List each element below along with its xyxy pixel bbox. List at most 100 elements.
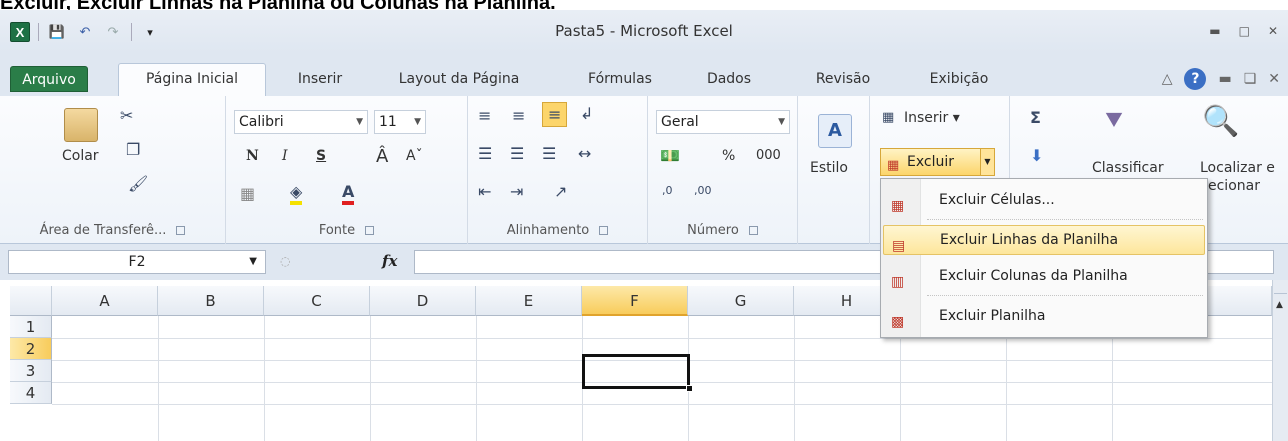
tab-formulas[interactable]: Fórmulas [572, 64, 668, 94]
row-header-4[interactable]: 4 [10, 382, 52, 404]
column-header-g[interactable]: G [688, 286, 794, 316]
shrink-font-icon[interactable]: Aˇ [406, 148, 423, 164]
menu-item-delete-sheet[interactable]: ▩ Excluir Planilha [883, 301, 1205, 331]
scroll-up-icon[interactable]: ▲ [1276, 300, 1283, 310]
number-format-combo[interactable]: Geral ▼ [656, 110, 790, 134]
help-icon[interactable]: ? [1184, 68, 1207, 90]
find-select-label-2[interactable]: ecionar [1208, 178, 1260, 194]
fill-icon[interactable]: ⬇ [1030, 146, 1043, 165]
tab-arquivo[interactable]: Arquivo [10, 66, 88, 92]
orientation-icon[interactable]: ↗ [554, 182, 567, 201]
underline-button[interactable]: S [316, 148, 326, 164]
tab-pagina-inicial[interactable]: Página Inicial [118, 63, 266, 96]
borders-icon[interactable]: ▦ [240, 184, 255, 203]
copy-icon[interactable]: ❐ [126, 140, 140, 159]
chevron-down-icon[interactable]: ▼ [980, 149, 994, 175]
workbook-restore-icon[interactable]: ❏ [1244, 71, 1257, 87]
number-group-label: Número [687, 223, 739, 238]
percent-button[interactable]: % [722, 148, 735, 164]
tab-exibicao[interactable]: Exibição [912, 64, 1006, 94]
font-name-combo[interactable]: Calibri ▼ [234, 110, 368, 134]
merge-center-icon[interactable]: ↔ [578, 144, 591, 163]
autosum-icon[interactable]: Σ [1030, 108, 1041, 127]
align-center-icon[interactable]: ☰ [510, 144, 524, 163]
styles-label[interactable]: Estilo [810, 160, 848, 176]
column-header-a[interactable]: A [52, 286, 158, 316]
find-select-label[interactable]: Localizar e [1200, 160, 1275, 176]
gridline [52, 338, 1272, 339]
row-header-3[interactable]: 3 [10, 360, 52, 382]
align-top-icon[interactable]: ≡ [478, 106, 491, 125]
chevron-down-icon: ▼ [356, 117, 363, 127]
delete-columns-icon: ▥ [891, 274, 905, 290]
gridline [264, 316, 265, 441]
menu-item-label: Excluir Linhas da Planilha [940, 232, 1119, 248]
fill-handle[interactable] [686, 385, 693, 392]
close-icon[interactable]: ✕ [1268, 24, 1278, 38]
paste-label[interactable]: Colar [62, 148, 99, 164]
menu-item-delete-columns[interactable]: ▥ Excluir Colunas da Planilha [883, 261, 1205, 291]
alignment-launcher-icon[interactable] [599, 226, 609, 235]
column-header-d[interactable]: D [370, 286, 476, 316]
vertical-scrollbar[interactable]: ▲ [1272, 280, 1288, 441]
insert-function-icon[interactable]: fx [382, 252, 397, 270]
format-painter-icon[interactable]: 🖌 [128, 174, 148, 193]
align-middle-icon[interactable]: ≡ [512, 106, 525, 125]
number-launcher-icon[interactable] [748, 226, 758, 235]
row-header-2[interactable]: 2 [10, 338, 52, 360]
font-size-value: 11 [379, 114, 397, 130]
column-header-e[interactable]: E [476, 286, 582, 316]
cut-icon[interactable]: ✂ [120, 106, 133, 125]
delete-button[interactable]: ▦ Excluir ▼ [880, 148, 995, 176]
decrease-indent-icon[interactable]: ⇤ [478, 182, 491, 201]
insert-cells-icon[interactable]: ▦ [882, 110, 894, 125]
tab-dados[interactable]: Dados [696, 64, 762, 94]
paste-icon[interactable] [64, 108, 98, 142]
maximize-icon[interactable]: □ [1239, 24, 1250, 38]
minimize-icon[interactable]: ▬ [1209, 24, 1220, 38]
font-launcher-icon[interactable] [365, 226, 375, 235]
tab-layout-pagina[interactable]: Layout da Página [384, 64, 534, 94]
workbook-minimize-icon[interactable]: ▬ [1218, 71, 1231, 87]
align-bottom-icon[interactable]: ≡ [542, 102, 568, 127]
italic-button[interactable]: I [282, 148, 288, 164]
minimize-ribbon-icon[interactable]: △ [1162, 71, 1173, 87]
decrease-decimal-icon[interactable]: ,00 [694, 184, 712, 197]
align-left-icon[interactable]: ☰ [478, 144, 492, 163]
gridline [158, 316, 159, 441]
thousands-button[interactable]: 000 [756, 148, 781, 163]
fill-color-icon[interactable]: ◈ [290, 182, 303, 205]
row-header-1[interactable]: 1 [10, 316, 52, 338]
increase-decimal-icon[interactable]: ,0 [662, 184, 673, 197]
wrap-text-icon[interactable]: ↲ [580, 104, 593, 123]
menu-separator [927, 295, 1203, 296]
bold-button[interactable]: N [246, 148, 259, 164]
chevron-down-icon[interactable]: ▼ [249, 251, 257, 273]
increase-indent-icon[interactable]: ⇥ [510, 182, 523, 201]
column-header-f[interactable]: F [582, 286, 688, 316]
font-size-combo[interactable]: 11 ▼ [374, 110, 426, 134]
currency-icon[interactable]: 💵 [660, 146, 680, 165]
select-all-corner[interactable] [10, 286, 52, 316]
styles-icon[interactable]: A [818, 114, 852, 148]
title-bar: X 💾 ↶ ↷ ▾ Pasta5 - Microsoft Excel ▬ □ ✕ [0, 10, 1288, 52]
sort-filter-label[interactable]: Classificar [1092, 160, 1164, 176]
font-color-icon[interactable]: A [342, 182, 355, 205]
tab-inserir[interactable]: Inserir [280, 64, 360, 94]
align-right-icon[interactable]: ☰ [542, 144, 556, 163]
menu-item-delete-cells[interactable]: ▦ Excluir Células... [883, 185, 1205, 215]
name-box[interactable]: F2 ▼ [8, 250, 266, 274]
column-header-c[interactable]: C [264, 286, 370, 316]
find-select-icon[interactable]: 🔍 [1202, 104, 1239, 139]
menu-item-label: Excluir Células... [939, 192, 1055, 208]
workbook-close-icon[interactable]: ✕ [1268, 71, 1280, 87]
menu-item-delete-rows[interactable]: ▤ Excluir Linhas da Planilha [883, 225, 1205, 255]
insert-button[interactable]: Inserir ▾ [904, 110, 960, 126]
split-box[interactable] [1274, 280, 1287, 294]
active-cell[interactable] [582, 354, 693, 392]
grow-font-icon[interactable]: Â [376, 146, 388, 167]
column-header-b[interactable]: B [158, 286, 264, 316]
clipboard-launcher-icon[interactable] [176, 226, 186, 235]
tab-revisao[interactable]: Revisão [800, 64, 886, 94]
sort-filter-icon[interactable]: ⯆ [1102, 104, 1126, 139]
